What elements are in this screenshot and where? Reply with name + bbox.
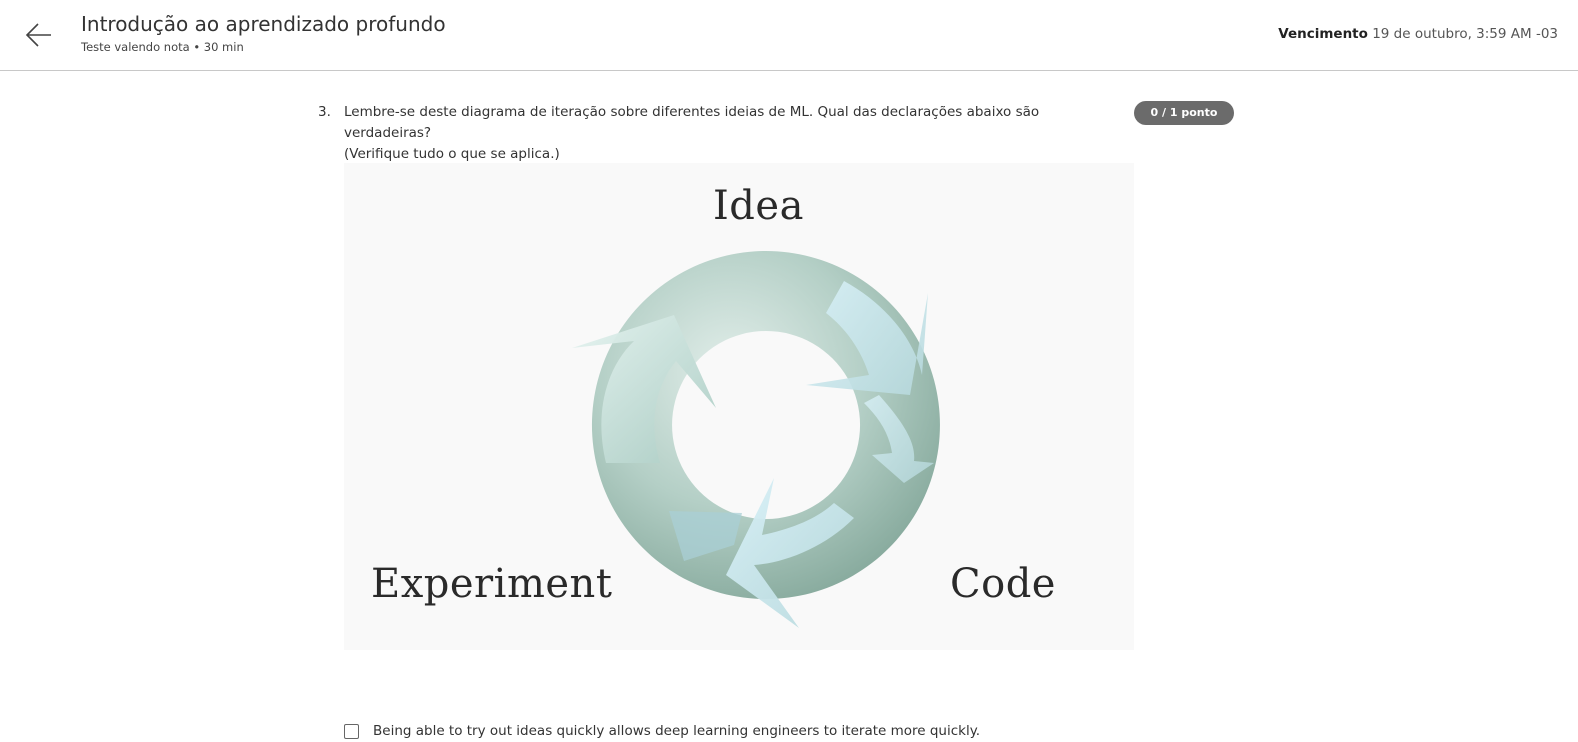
points-badge: 0 / 1 ponto <box>1134 101 1234 125</box>
diagram-label-idea: Idea <box>713 183 804 229</box>
question-text: Lembre-se deste diagrama de iteração sob… <box>344 102 1114 165</box>
due-value: 19 de outubro, 3:59 AM -03 <box>1372 26 1558 42</box>
page-subtitle: Teste valendo nota • 30 min <box>81 40 244 54</box>
question-number: 3. <box>318 104 331 120</box>
page-header: Introdução ao aprendizado profundo Teste… <box>0 0 1578 71</box>
question-text-line2: (Verifique tudo o que se aplica.) <box>344 146 560 162</box>
iteration-diagram-image: Idea Experiment Code <box>344 163 1134 650</box>
diagram-label-code: Code <box>950 561 1056 607</box>
page-title: Introdução ao aprendizado profundo <box>81 12 446 36</box>
question-text-line1: Lembre-se deste diagrama de iteração sob… <box>344 104 1040 141</box>
diagram-label-experiment: Experiment <box>371 561 613 607</box>
due-date: Vencimento 19 de outubro, 3:59 AM -03 <box>1278 26 1558 42</box>
due-label: Vencimento <box>1278 26 1368 42</box>
back-arrow-icon[interactable] <box>22 18 56 52</box>
answer-option[interactable]: Being able to try out ideas quickly allo… <box>344 722 1244 742</box>
